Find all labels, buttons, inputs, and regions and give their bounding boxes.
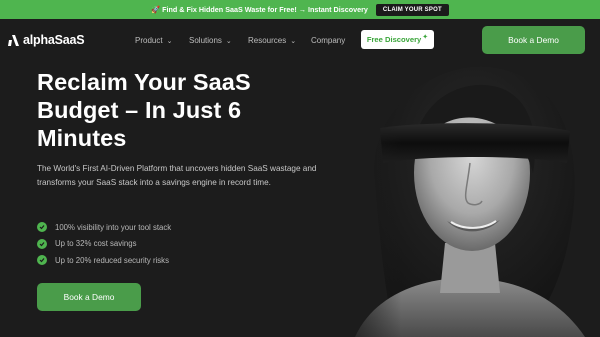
benefit-text: 100% visibility into your tool stack: [55, 222, 172, 232]
claim-spot-button[interactable]: CLAIM YOUR SPOT: [375, 3, 449, 16]
hero-title: Reclaim Your SaaS Budget – In Just 6 Min…: [37, 69, 251, 151]
check-icon: [37, 222, 47, 233]
nav-solutions[interactable]: Solutions ⌄: [189, 36, 232, 45]
book-demo-nav-button[interactable]: Book a Demo: [482, 26, 585, 54]
check-icon: [37, 255, 47, 266]
logo[interactable]: alphaSaaS: [8, 33, 85, 47]
chevron-down-icon: ⌄: [225, 37, 232, 45]
sparkle-icon: ✦: [422, 33, 429, 41]
nav-resources[interactable]: Resources ⌄: [248, 36, 296, 45]
free-discovery-label: Free Discovery: [366, 35, 422, 44]
benefit-list: 100% visibility into your tool stack Up …: [37, 219, 171, 269]
book-demo-hero-button[interactable]: Book a Demo: [37, 283, 141, 311]
nav-product[interactable]: Product ⌄: [135, 36, 172, 45]
chevron-down-icon: ⌄: [166, 37, 173, 45]
nav-solutions-label: Solutions: [189, 36, 222, 45]
nav-resources-label: Resources: [248, 36, 287, 45]
benefit-item: 100% visibility into your tool stack: [37, 219, 171, 236]
benefit-item: Up to 20% reduced security risks: [37, 252, 171, 269]
promo-banner: 🚀 Find & Fix Hidden SaaS Waste for Free!…: [0, 0, 600, 19]
check-icon: [37, 238, 47, 249]
benefit-text: Up to 32% cost savings: [55, 239, 137, 249]
benefit-text: Up to 20% reduced security risks: [55, 255, 169, 265]
chevron-down-icon: ⌄: [290, 37, 297, 45]
blindfolded-woman-photo: [335, 63, 600, 337]
free-discovery-button[interactable]: Free Discovery ✦: [361, 30, 434, 49]
navbar: alphaSaaS Product ⌄ Solutions ⌄ Resource…: [0, 19, 600, 63]
hero-subtitle: The World's First AI-Driven Platform tha…: [37, 164, 317, 188]
nav-company-label: Company: [311, 36, 346, 45]
logo-text: alphaSaaS: [23, 33, 85, 47]
nav-product-label: Product: [135, 36, 163, 45]
nav-company[interactable]: Company: [311, 36, 345, 45]
benefit-item: Up to 32% cost savings: [37, 236, 171, 253]
logo-icon: [8, 34, 19, 46]
promo-text[interactable]: 🚀 Find & Fix Hidden SaaS Waste for Free!…: [151, 5, 368, 14]
